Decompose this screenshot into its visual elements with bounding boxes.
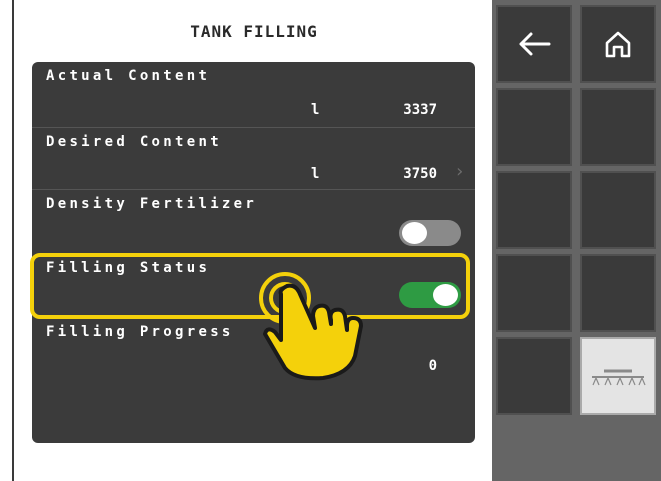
sprayer-boom-icon xyxy=(592,369,646,386)
back-arrow-icon xyxy=(519,32,551,56)
actual-content-label: Actual Content xyxy=(46,68,211,84)
sidebar xyxy=(492,0,661,481)
sprayer-boom-button[interactable] xyxy=(580,337,656,415)
empty-button[interactable] xyxy=(496,337,572,415)
density-fertilizer-toggle[interactable] xyxy=(399,220,461,246)
actual-content-unit: l xyxy=(311,102,320,118)
desired-content-value: 3750 xyxy=(403,166,437,182)
empty-button[interactable] xyxy=(580,254,656,332)
empty-button[interactable] xyxy=(580,88,656,166)
actual-content-value: 3337 xyxy=(403,102,437,118)
home-button[interactable] xyxy=(580,5,656,83)
empty-button[interactable] xyxy=(496,88,572,166)
empty-button[interactable] xyxy=(496,254,572,332)
empty-button[interactable] xyxy=(580,171,656,249)
tap-gesture-icon xyxy=(259,272,363,381)
actual-content-row: Actual Content l 3337 xyxy=(32,62,475,128)
density-fertilizer-row: Density Fertilizer xyxy=(32,190,475,254)
page-title: TANK FILLING xyxy=(190,21,318,41)
desired-content-label: Desired Content xyxy=(46,134,222,150)
chevron-right-icon: › xyxy=(454,161,465,182)
home-icon xyxy=(605,31,631,58)
toggle-knob xyxy=(402,222,427,244)
back-button[interactable] xyxy=(496,5,572,83)
desired-content-unit: l xyxy=(311,166,320,182)
filling-progress-label: Filling Progress xyxy=(46,324,234,340)
desired-content-row[interactable]: Desired Content l 3750 › xyxy=(32,128,475,190)
density-fertilizer-label: Density Fertilizer xyxy=(46,196,258,212)
empty-button[interactable] xyxy=(496,171,572,249)
filling-progress-value: 0 xyxy=(428,358,437,374)
